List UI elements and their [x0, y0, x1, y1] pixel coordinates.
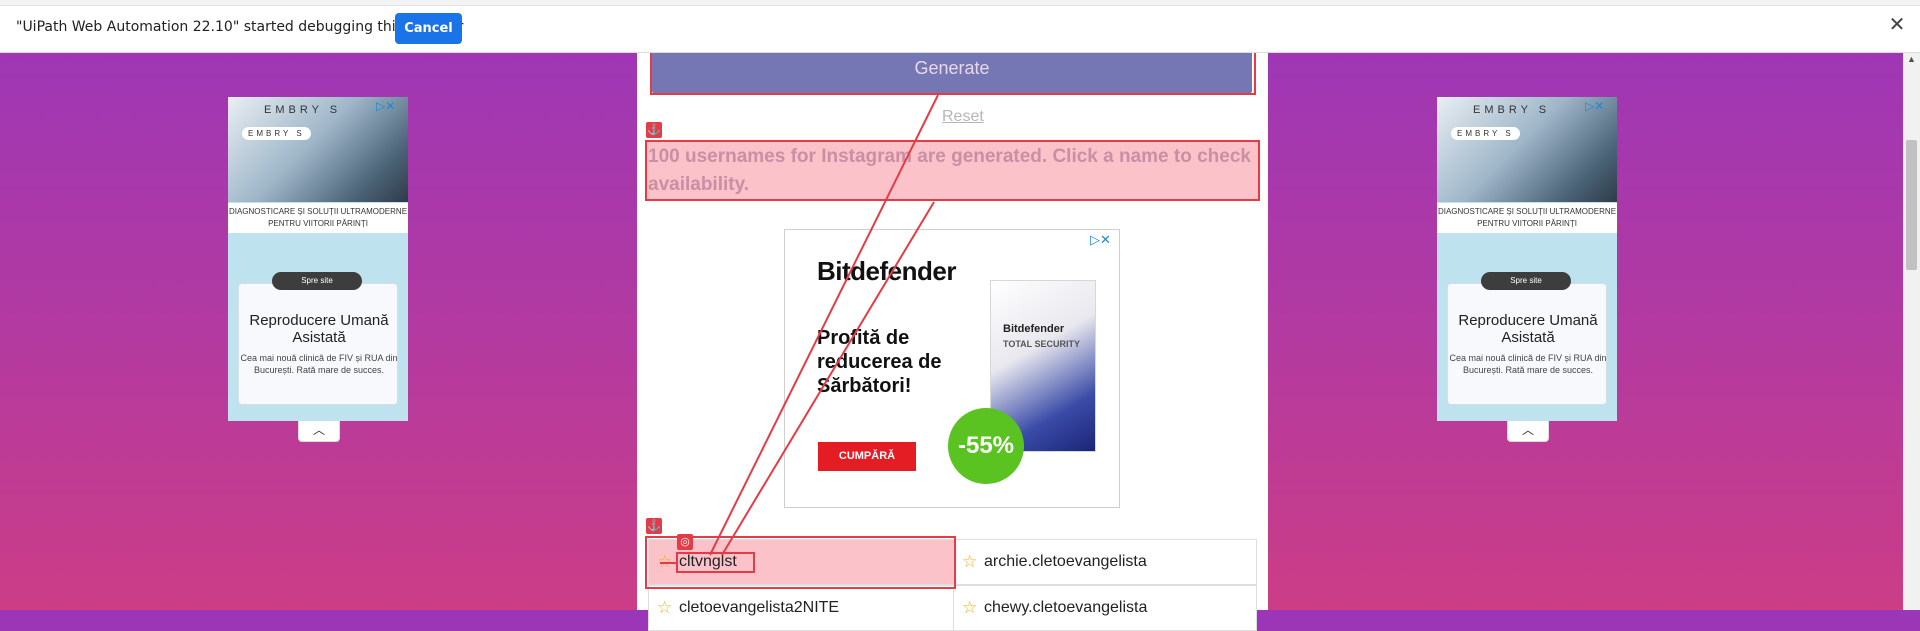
username-text[interactable]: chewy.cletoevangelista	[984, 599, 1147, 617]
star-icon[interactable]: ☆	[962, 553, 977, 571]
ad-logo-small: EMBRY S	[1451, 127, 1520, 140]
anchor-icon: ⚓	[646, 122, 662, 138]
debug-infobar: "UiPath Web Automation 22.10" started de…	[0, 0, 1920, 53]
ad-caption: DIAGNOSTICARE ȘI SOLUȚII ULTRAMODERNE PE…	[1437, 203, 1617, 233]
side-ad-left[interactable]: EMBRY S EMBRY S ▷✕ DIAGNOSTICARE ȘI SOLU…	[228, 97, 408, 421]
scrollbar-thumb[interactable]	[1906, 140, 1917, 270]
star-icon[interactable]: ☆	[657, 599, 672, 617]
discount-badge: -55%	[948, 408, 1024, 484]
username-cell[interactable]: ☆ cltvnglst	[648, 539, 954, 585]
ad-logo: EMBRY S	[264, 104, 342, 116]
username-text[interactable]: archie.cletoevangelista	[984, 553, 1147, 571]
reset-link[interactable]: Reset	[942, 108, 984, 126]
ad-logo-small: EMBRY S	[242, 127, 311, 140]
anchor-icon: ⚓	[646, 518, 662, 534]
ad-card-title: Reproducere Umană Asistată	[249, 312, 389, 346]
scroll-up-arrow-icon[interactable]: ▲	[1907, 54, 1916, 64]
box-brand: Bitdefender	[1003, 323, 1065, 335]
adchoices-icon[interactable]: ▷✕	[376, 99, 395, 113]
ad-logo: EMBRY S	[1473, 104, 1551, 116]
ad-card-body: Cea mai nouă clinică de FIV și RUA din B…	[240, 353, 398, 375]
bitdefender-ad[interactable]: ▷✕ Bitdefender Profită de reducerea de S…	[784, 229, 1120, 508]
ad-buy-button[interactable]: CUMPĂRĂ	[818, 442, 916, 471]
close-icon[interactable]: ✕	[1886, 14, 1908, 36]
username-cell[interactable]: ☆ cletoevangelista2NITE	[648, 585, 954, 631]
star-icon[interactable]: ☆	[962, 599, 977, 617]
collapse-ad-chevron-up-icon[interactable]: ︿	[1507, 421, 1549, 442]
username-text[interactable]: cltvnglst	[679, 553, 737, 571]
username-text[interactable]: cletoevangelista2NITE	[679, 599, 839, 617]
ad-caption: DIAGNOSTICARE ȘI SOLUȚII ULTRAMODERNE PE…	[228, 203, 408, 233]
ad-site-button[interactable]: Spre site	[1481, 272, 1571, 290]
username-cell[interactable]: ☆ archie.cletoevangelista	[953, 539, 1257, 585]
adchoices-icon[interactable]: ▷✕	[1090, 232, 1111, 248]
ad-card-title: Reproducere Umană Asistată	[1458, 312, 1598, 346]
star-icon[interactable]: ☆	[657, 553, 672, 571]
ad-card: Reproducere Umană Asistată Cea mai nouă …	[1447, 283, 1607, 405]
page-scrollbar[interactable]: ▲	[1903, 52, 1920, 610]
ad-brand: Bitdefender	[817, 256, 956, 286]
ad-site-button[interactable]: Spre site	[272, 272, 362, 290]
side-ad-right[interactable]: EMBRY S EMBRY S ▷✕ DIAGNOSTICARE ȘI SOLU…	[1437, 97, 1617, 421]
collapse-ad-chevron-up-icon[interactable]: ︿	[298, 421, 340, 442]
username-cell[interactable]: ☆ chewy.cletoevangelista	[953, 585, 1257, 631]
ad-card-body: Cea mai nouă clinică de FIV și RUA din B…	[1449, 353, 1607, 375]
adchoices-icon[interactable]: ▷✕	[1585, 99, 1604, 113]
browser-top-strip	[0, 0, 1920, 6]
ad-headline: Profită de reducerea de Sărbători!	[817, 327, 942, 397]
box-product: TOTAL SECURITY	[1003, 339, 1081, 349]
results-heading: 100 usernames for Instagram are generate…	[646, 141, 1258, 199]
ad-card: Reproducere Umană Asistată Cea mai nouă …	[238, 283, 398, 405]
target-icon: ◎	[677, 534, 693, 550]
cancel-debug-button[interactable]: Cancel	[395, 13, 462, 44]
